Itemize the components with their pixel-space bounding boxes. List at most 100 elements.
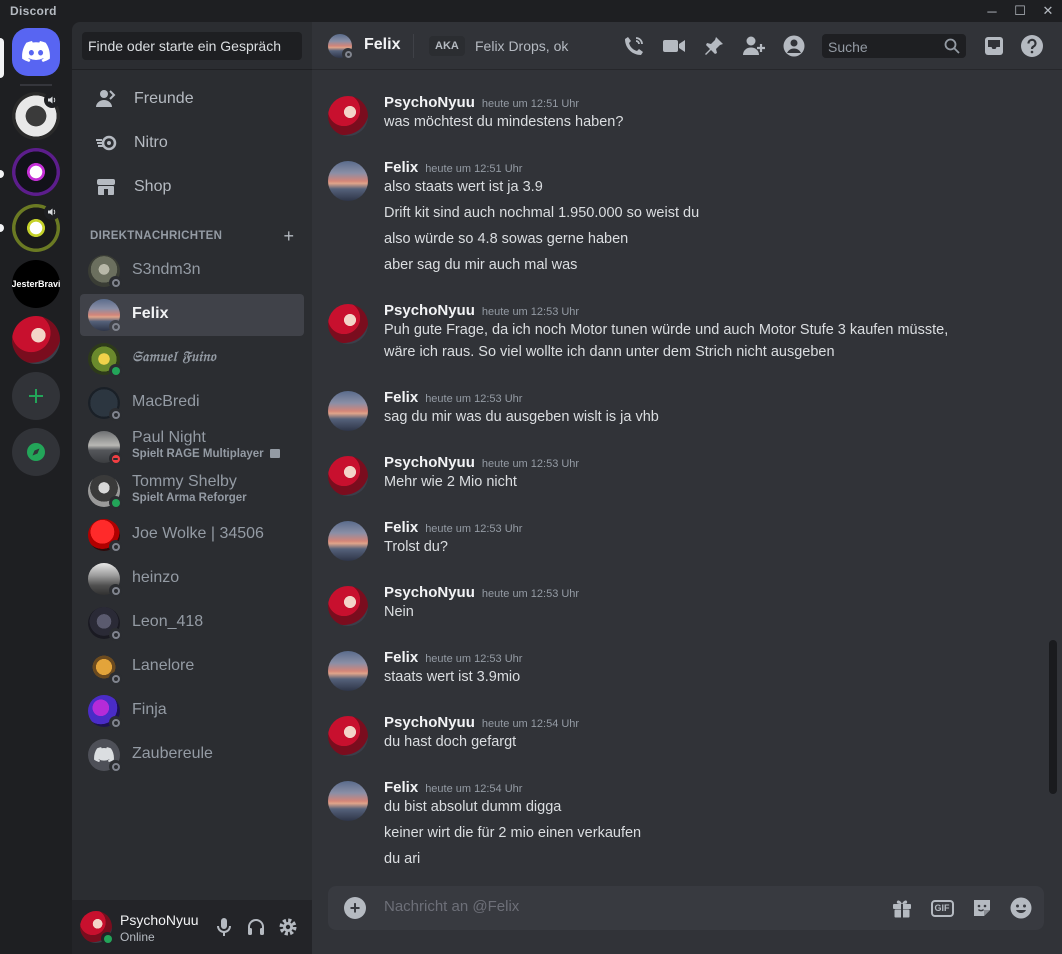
- search-icon: [944, 38, 960, 57]
- settings-gear-icon[interactable]: [276, 915, 300, 939]
- gift-icon[interactable]: [890, 896, 914, 920]
- speaker-icon: [44, 92, 60, 108]
- message-author[interactable]: Felix heute um 12:53 Uhr: [384, 519, 522, 536]
- avatar[interactable]: [328, 521, 368, 561]
- avatar[interactable]: [328, 716, 368, 756]
- status-offline-icon: [109, 628, 122, 641]
- dm-item[interactable]: Lanelore: [80, 646, 304, 688]
- status-offline-icon: [109, 320, 122, 333]
- nav-shop-label: Shop: [134, 178, 172, 195]
- dm-item[interactable]: Joe Wolke | 34506: [80, 514, 304, 556]
- avatar[interactable]: [328, 456, 368, 496]
- dm-item[interactable]: 𝔖𝔞𝔪𝔲𝔢𝔩 𝔉𝔲𝔦𝔫𝔬: [80, 338, 304, 380]
- nav-nitro-label: Nitro: [134, 134, 168, 151]
- help-icon[interactable]: [1020, 34, 1044, 58]
- message-timestamp: heute um 12:51 Uhr: [425, 163, 523, 175]
- status-online-icon: [101, 932, 114, 945]
- dm-item-active[interactable]: Felix: [80, 294, 304, 336]
- nav-friends[interactable]: Freunde: [80, 78, 304, 120]
- dm-activity: Spielt Arma Reforger: [132, 492, 247, 504]
- message-text: staats wert ist 3.9mio: [384, 669, 521, 685]
- avatar[interactable]: [328, 391, 368, 431]
- message-text: Drift kit sind auch nochmal 1.950.000 so…: [384, 205, 700, 221]
- message-text: keiner wirt die für 2 mio einen verkaufe…: [384, 825, 642, 841]
- title-bar: Discord ─ ☐ ✕: [0, 0, 1062, 22]
- voice-call-icon[interactable]: [622, 34, 646, 58]
- message-author[interactable]: PsychoNyuu heute um 12:53 Uhr: [384, 302, 579, 319]
- gif-icon[interactable]: GIF: [930, 896, 954, 920]
- microphone-icon[interactable]: [212, 915, 236, 939]
- dm-item[interactable]: Paul Night Spielt RAGE Multiplayer: [80, 426, 304, 468]
- message-text: Mehr wie 2 Mio nicht: [384, 474, 517, 490]
- server-icon-jesterbravi[interactable]: JesterBravi: [12, 260, 60, 308]
- avatar[interactable]: [328, 586, 368, 626]
- nav-shop[interactable]: Shop: [80, 166, 304, 208]
- nav-nitro[interactable]: Nitro: [80, 122, 304, 164]
- server-rail: JesterBravi: [0, 22, 72, 954]
- chat-search-input[interactable]: Suche: [822, 34, 966, 58]
- dm-name: Zaubereule: [132, 745, 213, 762]
- add-friend-icon[interactable]: [742, 34, 766, 58]
- status-offline-icon: [109, 584, 122, 597]
- message-input[interactable]: Nachricht an @Felix: [384, 898, 519, 915]
- dm-item[interactable]: Zaubereule: [80, 734, 304, 776]
- speaker-icon: [44, 204, 60, 220]
- emoji-icon[interactable]: [1009, 896, 1033, 920]
- message-text: aber sag du mir auch mal was: [384, 257, 578, 273]
- video-call-icon[interactable]: [662, 34, 686, 58]
- message-author[interactable]: Felix heute um 12:51 Uhr: [384, 159, 522, 176]
- explore-icon[interactable]: [12, 428, 60, 476]
- rail-separator: [20, 84, 52, 86]
- dm-name: heinzo: [132, 569, 180, 586]
- message-author[interactable]: PsychoNyuu heute um 12:53 Uhr: [384, 584, 579, 601]
- discord-home-icon[interactable]: [12, 28, 60, 76]
- close-window-button[interactable]: ✕: [1034, 0, 1062, 22]
- message-timestamp: heute um 12:53 Uhr: [425, 393, 523, 405]
- message-timestamp: heute um 12:51 Uhr: [481, 98, 580, 110]
- message-scrollbar[interactable]: [1049, 640, 1057, 794]
- inbox-icon[interactable]: [982, 34, 1006, 58]
- dm-activity: Spielt RAGE Multiplayer: [132, 448, 280, 460]
- create-dm-plus-icon[interactable]: +: [283, 227, 294, 245]
- dm-item[interactable]: Finja: [80, 690, 304, 732]
- header-divider: [413, 34, 414, 58]
- server-icon-psycho[interactable]: [12, 316, 60, 364]
- message-text: also würde so 4.8 sowas gerne haben: [384, 231, 629, 247]
- avatar[interactable]: [328, 651, 368, 691]
- maximize-button[interactable]: ☐: [1006, 0, 1034, 22]
- headphones-icon[interactable]: [244, 915, 268, 939]
- message-author[interactable]: Felix heute um 12:53 Uhr: [384, 389, 522, 406]
- message-author[interactable]: PsychoNyuu heute um 12:53 Uhr: [384, 454, 579, 471]
- dm-item[interactable]: S3ndm3n: [80, 250, 304, 292]
- message-composer: + Nachricht an @Felix GIF: [328, 886, 1044, 930]
- dm-header-title: DIREKTNACHRICHTEN: [90, 230, 223, 242]
- dm-item[interactable]: MacBredi: [80, 382, 304, 424]
- sticker-icon[interactable]: [970, 896, 994, 920]
- avatar[interactable]: [328, 304, 368, 344]
- conversation-search-input[interactable]: Finde oder starte ein Gespräch: [82, 32, 302, 60]
- avatar[interactable]: [328, 161, 368, 201]
- dm-name: Lanelore: [132, 657, 195, 674]
- server-icon-2[interactable]: [12, 148, 60, 196]
- add-server-icon[interactable]: [12, 372, 60, 420]
- minimize-button[interactable]: ─: [978, 0, 1006, 22]
- user-panel: PsychoNyuu Online: [72, 900, 312, 954]
- unread-pill: [0, 224, 4, 232]
- message-author[interactable]: Felix heute um 12:53 Uhr: [384, 649, 522, 666]
- unread-pill: [0, 170, 4, 178]
- message-author[interactable]: Felix heute um 12:54 Uhr: [384, 779, 522, 796]
- dm-item[interactable]: Tommy Shelby Spielt Arma Reforger: [80, 470, 304, 512]
- shop-icon: [90, 171, 122, 203]
- message-author[interactable]: PsychoNyuu heute um 12:54 Uhr: [384, 714, 579, 731]
- avatar[interactable]: [328, 96, 368, 136]
- message-author[interactable]: PsychoNyuu heute um 12:51 Uhr: [384, 94, 579, 111]
- app-title: Discord: [10, 4, 57, 18]
- avatar[interactable]: [328, 781, 368, 821]
- message-text: du bist absolut dumm digga: [384, 799, 562, 815]
- chat-header: Felix AKA Felix Drops, ok Suche: [312, 22, 1062, 70]
- dm-item[interactable]: Leon_418: [80, 602, 304, 644]
- pinned-messages-icon[interactable]: [702, 34, 726, 58]
- user-profile-icon[interactable]: [782, 34, 806, 58]
- dm-item[interactable]: heinzo: [80, 558, 304, 600]
- add-attachment-button[interactable]: +: [344, 897, 366, 919]
